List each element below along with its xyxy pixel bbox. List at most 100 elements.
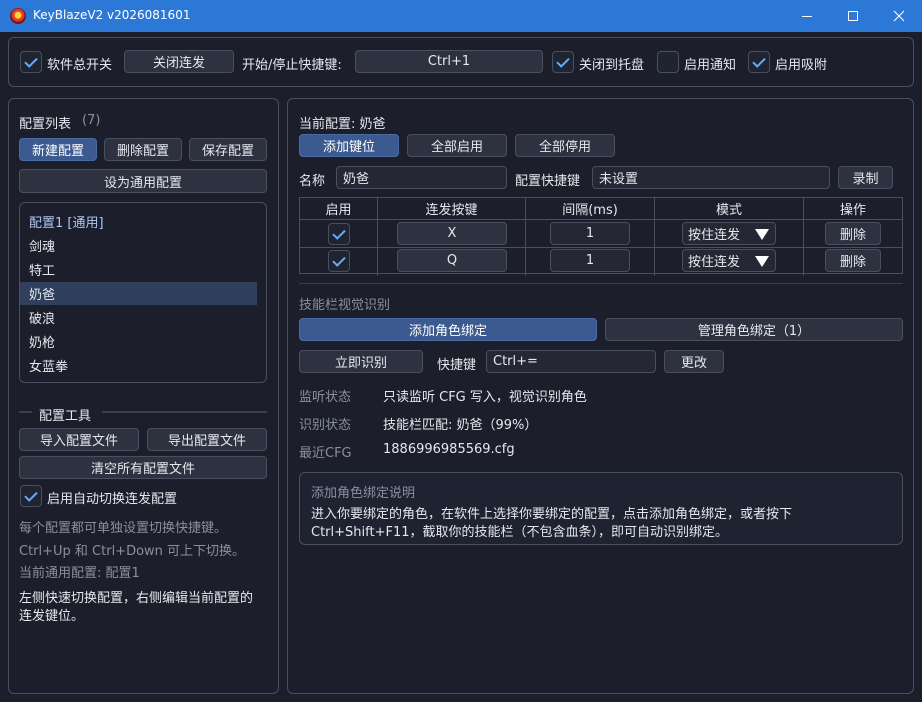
row-interval-input[interactable]: 1	[550, 222, 630, 245]
profile-hotkey-input[interactable]: 未设置	[592, 166, 830, 189]
hotkey-label: 开始/停止快捷键:	[242, 58, 342, 73]
maximize-icon	[848, 11, 858, 21]
hint-line-1: 每个配置都可单独设置切换快捷键。	[19, 521, 228, 536]
notify-checkbox[interactable]	[657, 51, 679, 73]
snap-label: 启用吸附	[775, 58, 828, 73]
profile-list-item[interactable]: 特工	[20, 258, 257, 281]
profile-hotkey-label: 配置快捷键	[515, 174, 581, 189]
import-profile-button[interactable]: 导入配置文件	[19, 428, 139, 451]
recent-cfg-value: 1886996985569.cfg	[383, 442, 515, 457]
table-header-enabled: 启用	[300, 198, 378, 220]
dropdown-arrow-icon	[755, 256, 769, 267]
profile-list-item[interactable]: 配置1 [通用]	[20, 210, 257, 233]
help-line-1: 进入你要绑定的角色，在软件上选择你要绑定的配置，点击添加角色绑定，或者按下	[311, 507, 793, 522]
toggle-rapid-button[interactable]: 关闭连发	[124, 50, 234, 73]
profile-name-input[interactable]: 奶爸	[336, 166, 507, 189]
vision-section-title: 技能栏视觉识别	[299, 298, 391, 313]
current-default-profile: 当前通用配置: 配置1	[19, 566, 140, 581]
help-line-2: Ctrl+Shift+F11，截取你的技能栏（不包含血条），即可自动识别绑定。	[311, 525, 728, 540]
master-switch-checkbox[interactable]	[20, 51, 42, 73]
help-title: 添加角色绑定说明	[311, 486, 416, 501]
start-stop-hotkey-field[interactable]: Ctrl+1	[355, 50, 543, 73]
tools-divider-left	[19, 411, 32, 413]
row-enabled-checkbox[interactable]	[328, 223, 350, 245]
table-cell-interval: 1	[526, 248, 655, 276]
table-header-mode: 模式	[655, 198, 804, 220]
close-button[interactable]	[876, 0, 922, 32]
title-bar: KeyBlazeV2 v2026081601	[0, 0, 922, 32]
profile-count: (7)	[82, 113, 101, 128]
table-cell-interval: 1	[526, 220, 655, 248]
current-profile-title: 当前配置: 奶爸	[299, 117, 386, 132]
detect-now-button[interactable]: 立即识别	[299, 350, 423, 373]
dropdown-arrow-icon	[755, 229, 769, 240]
save-profile-button[interactable]: 保存配置	[189, 138, 267, 161]
monitor-status-label: 监听状态	[299, 390, 352, 405]
row-mode-select[interactable]: 按住连发	[682, 222, 776, 245]
close-to-tray-checkbox[interactable]	[552, 51, 574, 73]
table-header-key: 连发按键	[378, 198, 526, 220]
delete-profile-button[interactable]: 删除配置	[104, 138, 182, 161]
row-interval-input[interactable]: 1	[550, 249, 630, 272]
row-key-button[interactable]: X	[397, 222, 507, 245]
table-row	[300, 248, 378, 276]
auto-switch-label: 启用自动切换连发配置	[47, 492, 178, 507]
tools-title: 配置工具	[39, 409, 92, 424]
table-cell-mode: 按住连发	[655, 220, 804, 248]
row-mode-select[interactable]: 按住连发	[682, 249, 776, 272]
record-hotkey-button[interactable]: 录制	[838, 166, 893, 189]
table-cell-action: 删除	[804, 248, 902, 276]
profile-list-item[interactable]: 女蓝拳	[20, 354, 257, 377]
change-hotkey-button[interactable]: 更改	[664, 350, 724, 373]
clear-profiles-button[interactable]: 清空所有配置文件	[19, 456, 267, 479]
auto-switch-checkbox[interactable]	[20, 485, 42, 507]
hint-line-2: Ctrl+Up 和 Ctrl+Down 可上下切换。	[19, 544, 246, 559]
table-cell-mode: 按住连发	[655, 248, 804, 276]
detect-status-label: 识别状态	[299, 418, 352, 433]
export-profile-button[interactable]: 导出配置文件	[147, 428, 267, 451]
row-key-button[interactable]: Q	[397, 249, 507, 272]
footer-line-2: 连发键位。	[19, 609, 85, 624]
close-icon	[893, 10, 905, 22]
profile-list-item[interactable]: 破浪	[20, 306, 257, 329]
add-role-binding-button[interactable]: 添加角色绑定	[299, 318, 597, 341]
master-switch-label: 软件总开关	[47, 58, 113, 73]
enable-all-button[interactable]: 全部启用	[407, 134, 507, 157]
set-default-profile-button[interactable]: 设为通用配置	[19, 169, 267, 193]
table-cell-key: X	[378, 220, 526, 248]
minimize-button[interactable]	[784, 0, 830, 32]
profile-list: 配置1 [通用] 剑魂 特工 奶爸 破浪 奶枪 女蓝拳	[19, 202, 267, 383]
name-label: 名称	[299, 174, 326, 189]
disable-all-button[interactable]: 全部停用	[515, 134, 615, 157]
row-mode-value: 按住连发	[688, 255, 741, 270]
key-table: 启用 连发按键 间隔(ms) 模式 操作 X 1 按住连发 删除 Q 1 按住连…	[299, 197, 903, 276]
tools-divider-right	[102, 411, 267, 413]
minimize-icon	[802, 16, 812, 17]
new-profile-button[interactable]: 新建配置	[19, 138, 97, 161]
table-row	[300, 220, 378, 248]
footer-line-1: 左侧快速切换配置，右侧编辑当前配置的	[19, 591, 254, 606]
window-title: KeyBlazeV2 v2026081601	[33, 8, 191, 22]
add-key-button[interactable]: 添加键位	[299, 134, 399, 157]
snap-checkbox[interactable]	[748, 51, 770, 73]
profile-list-item[interactable]: 剑魂	[20, 234, 257, 257]
detect-status-value: 技能栏匹配: 奶爸（99%）	[383, 418, 538, 433]
close-to-tray-label: 关闭到托盘	[579, 58, 645, 73]
vision-hotkey-input[interactable]: Ctrl+=	[486, 350, 656, 373]
profile-list-item[interactable]: 奶爸	[20, 282, 257, 305]
table-header-action: 操作	[804, 198, 902, 220]
table-header-interval: 间隔(ms)	[526, 198, 655, 220]
row-enabled-checkbox[interactable]	[328, 250, 350, 272]
vision-hotkey-label: 快捷键	[437, 358, 477, 373]
table-cell-action: 删除	[804, 220, 902, 248]
monitor-status-value: 只读监听 CFG 写入，视觉识别角色	[383, 390, 587, 405]
row-delete-button[interactable]: 删除	[825, 222, 881, 245]
section-divider	[299, 283, 903, 284]
recent-cfg-label: 最近CFG	[299, 446, 352, 461]
row-delete-button[interactable]: 删除	[825, 249, 881, 272]
table-cell-key: Q	[378, 248, 526, 276]
row-mode-value: 按住连发	[688, 228, 741, 243]
profile-list-item[interactable]: 奶枪	[20, 330, 257, 353]
maximize-button[interactable]	[830, 0, 876, 32]
manage-role-binding-button[interactable]: 管理角色绑定（1）	[605, 318, 903, 341]
